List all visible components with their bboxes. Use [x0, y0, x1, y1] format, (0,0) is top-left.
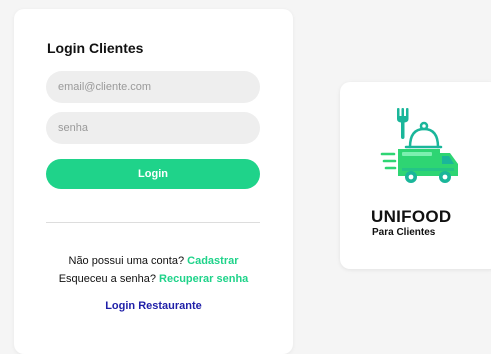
food-delivery-truck-icon	[380, 108, 458, 183]
register-link[interactable]: Cadastrar	[187, 255, 238, 267]
brand-subtitle: Para Clientes	[372, 227, 436, 238]
password-input[interactable]	[46, 112, 260, 144]
login-title: Login Clientes	[47, 40, 144, 56]
restaurant-line: Login Restaurante	[14, 300, 293, 312]
brand-name: UNIFOOD	[371, 207, 452, 226]
register-prompt: Não possui uma conta?	[68, 255, 185, 267]
restaurant-login-link[interactable]: Login Restaurante	[105, 300, 202, 312]
recover-prompt: Esqueceu a senha?	[58, 273, 156, 285]
recover-password-link[interactable]: Recuperar senha	[159, 273, 248, 285]
login-button[interactable]: Login	[46, 159, 260, 189]
register-line: Não possui uma conta? Cadastrar	[14, 255, 293, 267]
email-input[interactable]	[46, 71, 260, 103]
recover-line: Esqueceu a senha? Recuperar senha	[14, 273, 293, 285]
brand-card: UNIFOOD Para Clientes	[340, 82, 491, 269]
login-card: Login Clientes Login Não possui uma cont…	[14, 9, 293, 354]
divider	[46, 222, 260, 223]
